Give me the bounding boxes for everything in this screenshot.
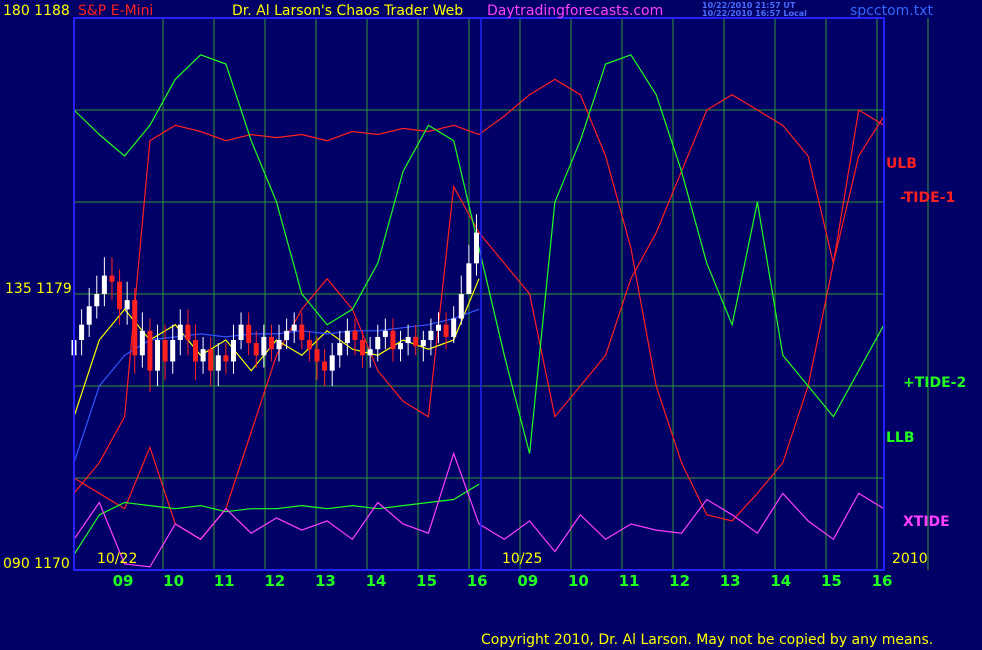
y-label-mid: 135 1179 [5, 281, 72, 297]
date-label-right: 2010 [892, 551, 928, 567]
price-bar-body [246, 324, 252, 344]
price-bar-body [132, 300, 138, 356]
date-label-middle: 10/25 [502, 551, 543, 567]
x-tick-label: 16 [871, 572, 893, 590]
price-bar-body [458, 294, 464, 319]
price-bar-body [284, 330, 290, 340]
series-line-ulb [73, 78, 885, 522]
x-tick-label: 09 [517, 572, 539, 590]
series-line-tide-1 [73, 93, 885, 541]
file-label: spcctom.txt [850, 3, 933, 19]
price-bar-body [253, 343, 259, 356]
x-tick-label: 15 [820, 572, 842, 590]
price-bar-body [79, 324, 85, 340]
x-tick-label: 13 [314, 572, 336, 590]
chart-canvas [71, 17, 929, 571]
price-bar-body [306, 340, 312, 350]
price-bar-body [405, 336, 411, 344]
price-bar-body [86, 306, 92, 325]
series-label-ulb: ULB [886, 156, 917, 172]
price-bar-body [101, 275, 107, 294]
x-tick-label: 12 [264, 572, 286, 590]
price-bar-body [177, 324, 183, 340]
price-bar-body [367, 349, 373, 356]
price-bar-body [208, 349, 214, 371]
price-bar-body [473, 232, 479, 264]
price-bar-body [352, 330, 358, 340]
price-bar-body [185, 324, 191, 340]
price-bar-body [147, 330, 153, 371]
y-label-bottom: 090 1170 [3, 556, 70, 572]
price-bar-body [124, 300, 130, 310]
price-bar-body [375, 336, 381, 350]
x-tick-label: 10 [567, 572, 589, 590]
date-label-left: 10/22 [97, 551, 138, 567]
price-bar-body [155, 340, 161, 371]
price-bar-body [451, 318, 457, 337]
price-bar-body [94, 294, 100, 307]
price-bar-body [344, 330, 350, 344]
x-tick-label: 16 [466, 572, 488, 590]
series-label-tide1: -TIDE-1 [900, 190, 956, 206]
price-bar-body [466, 263, 472, 294]
y-label-top: 180 1188 [3, 3, 70, 19]
price-bar-body [193, 340, 198, 362]
series-line-tide-2 [73, 54, 885, 454]
x-tick-label: 15 [416, 572, 438, 590]
price-bar-body [230, 340, 236, 362]
price-bar-body [299, 324, 305, 340]
x-tick-label: 13 [719, 572, 741, 590]
price-bar-body [200, 349, 206, 362]
series-line-xtide [73, 451, 885, 568]
price-bar-body [398, 343, 404, 350]
price-bar-body [109, 275, 115, 282]
series-layer [73, 54, 885, 568]
x-tick-label: 11 [618, 572, 640, 590]
grid-lines [74, 18, 929, 570]
price-bar-body [139, 330, 145, 356]
x-tick-label: 14 [770, 572, 792, 590]
price-bar-body [436, 324, 441, 331]
site-label: Daytradingforecasts.com [487, 3, 664, 19]
x-tick-label: 12 [669, 572, 691, 590]
x-tick-label: 09 [112, 572, 134, 590]
copyright: Copyright 2010, Dr. Al Larson. May not b… [481, 632, 934, 648]
price-bar-body [162, 340, 168, 362]
price-bar-body [337, 343, 343, 356]
x-tick-label: 10 [163, 572, 185, 590]
chart-title: Dr. Al Larson's Chaos Trader Web [232, 3, 464, 19]
price-bar-body [443, 324, 449, 337]
price-bar-body [268, 336, 274, 350]
price-bar-body [291, 324, 297, 331]
price-bar-body [390, 330, 396, 350]
x-tick-label: 11 [213, 572, 235, 590]
price-bar-body [238, 324, 244, 340]
price-bar-body [261, 336, 267, 356]
price-bar-body [329, 355, 335, 371]
time-local: 10/22/2010 16:57 Local [702, 9, 807, 18]
price-bar-body [322, 361, 328, 371]
price-bar-body [428, 330, 434, 340]
price-bar-body [215, 355, 221, 371]
symbol-label: S&P E-Mini [78, 3, 154, 19]
price-bar-body [170, 340, 176, 362]
price-bar-body [382, 330, 388, 337]
price-bar-body [360, 340, 366, 356]
x-tick-label: 14 [365, 572, 387, 590]
price-bar-body [276, 340, 282, 350]
price-bar-body [117, 281, 123, 310]
price-bar-body [413, 336, 419, 347]
series-label-llb: LLB [886, 430, 915, 446]
price-bar-body [314, 349, 320, 362]
price-bar-body [223, 355, 229, 362]
series-label-xtide: XTIDE [903, 514, 950, 530]
series-label-tide2: +TIDE-2 [903, 375, 967, 391]
price-bar-body [420, 340, 426, 347]
